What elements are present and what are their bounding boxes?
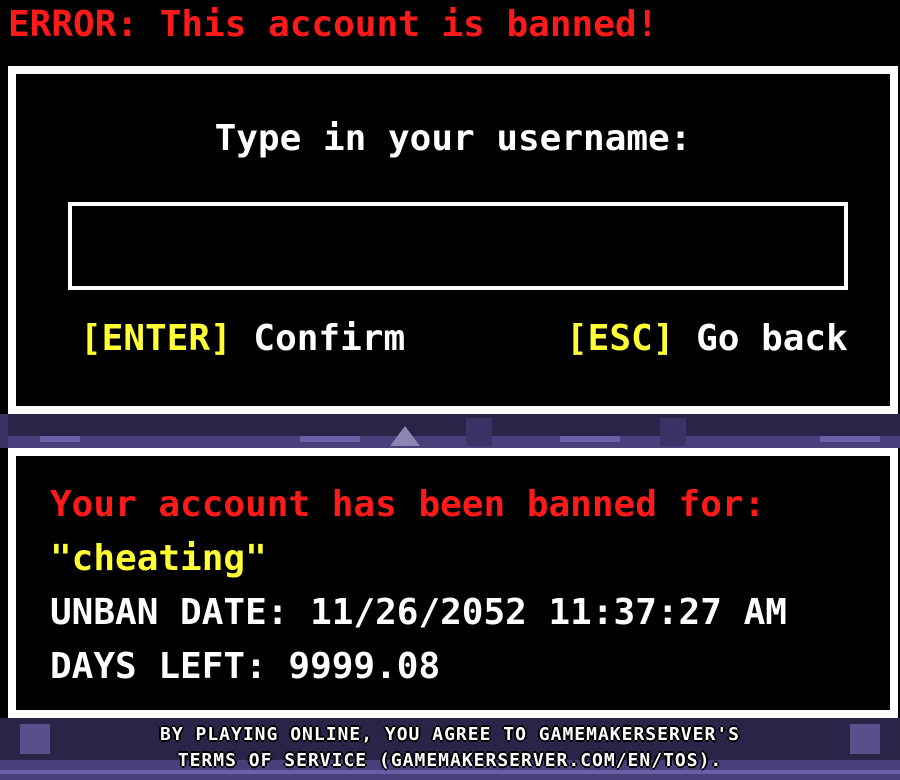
esc-key-label: [ESC] — [566, 318, 675, 359]
days-left: DAYS LEFT: 9999.08 — [50, 646, 441, 687]
login-panel: Type in your username: [ENTER] Confirm [… — [8, 66, 898, 414]
go-back-button[interactable]: [ESC] Go back — [566, 318, 848, 359]
username-prompt: Type in your username: — [214, 118, 692, 159]
unban-date: UNBAN DATE: 11/26/2052 11:37:27 AM — [50, 592, 787, 633]
ban-title: Your account has been banned for: — [50, 484, 766, 525]
ban-info-panel: Your account has been banned for: "cheat… — [8, 448, 898, 718]
terms-of-service-notice: BY PLAYING ONLINE, YOU AGREE TO GAMEMAKE… — [0, 722, 900, 774]
tos-line-2: TERMS OF SERVICE (GAMEMAKERSERVER.COM/EN… — [177, 750, 723, 771]
go-back-label: Go back — [696, 318, 848, 359]
enter-key-label: [ENTER] — [80, 318, 232, 359]
username-input[interactable] — [68, 202, 848, 290]
confirm-button[interactable]: [ENTER] Confirm — [80, 318, 405, 359]
ban-reason: "cheating" — [50, 538, 267, 579]
confirm-label: Confirm — [253, 318, 406, 359]
tos-line-1: BY PLAYING ONLINE, YOU AGREE TO GAMEMAKE… — [159, 724, 740, 745]
error-banner: ERROR: This account is banned! — [8, 4, 659, 45]
